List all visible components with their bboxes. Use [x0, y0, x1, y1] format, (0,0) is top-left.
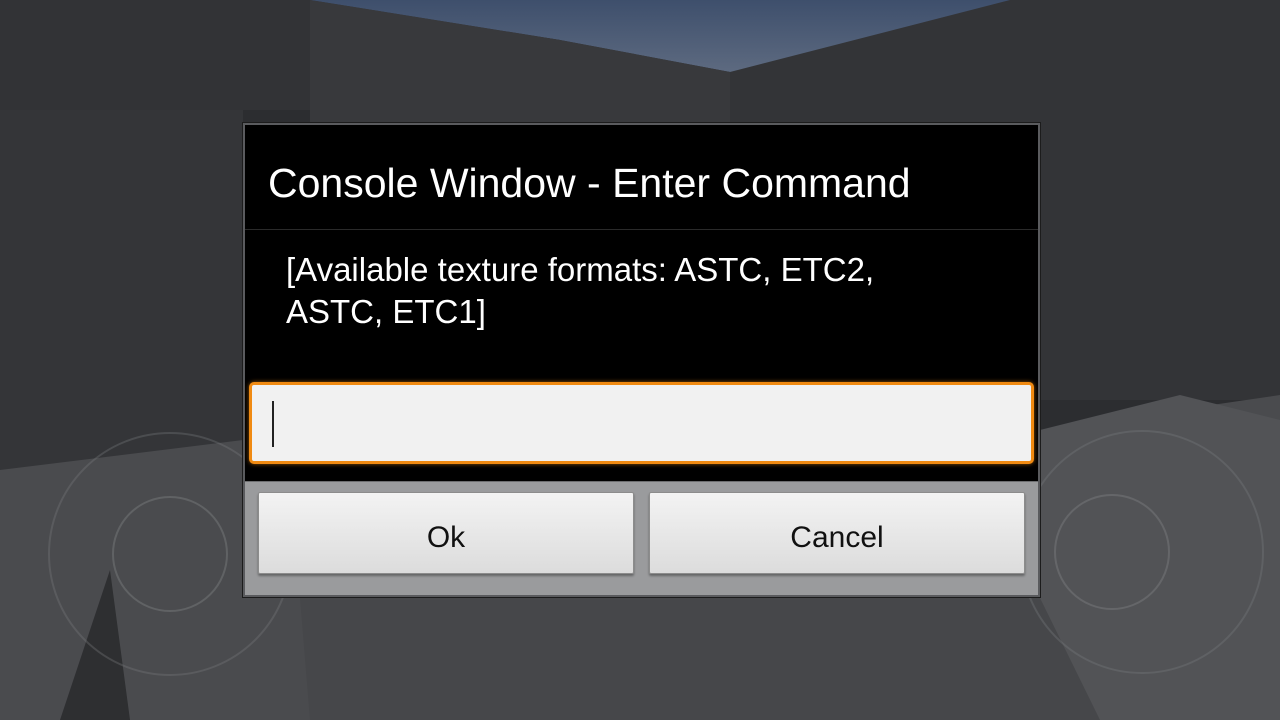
wall-mid-left: [0, 110, 243, 470]
block-front: [300, 598, 1100, 720]
command-input[interactable]: [252, 385, 1031, 461]
command-input-container[interactable]: [249, 382, 1034, 464]
right-joystick-icon[interactable]: [1020, 430, 1264, 674]
right-joystick-knob[interactable]: [1054, 494, 1170, 610]
left-joystick-knob[interactable]: [112, 496, 228, 612]
text-caret: [272, 401, 274, 447]
cancel-button[interactable]: Cancel: [649, 492, 1025, 574]
dialog-message: [Available texture formats: ASTC, ETC2, …: [286, 251, 875, 330]
button-bar: Ok Cancel: [245, 481, 1038, 595]
console-dialog: Console Window - Enter Command [Availabl…: [243, 123, 1040, 597]
ok-button[interactable]: Ok: [258, 492, 634, 574]
dialog-title: Console Window - Enter Command: [245, 125, 1038, 230]
